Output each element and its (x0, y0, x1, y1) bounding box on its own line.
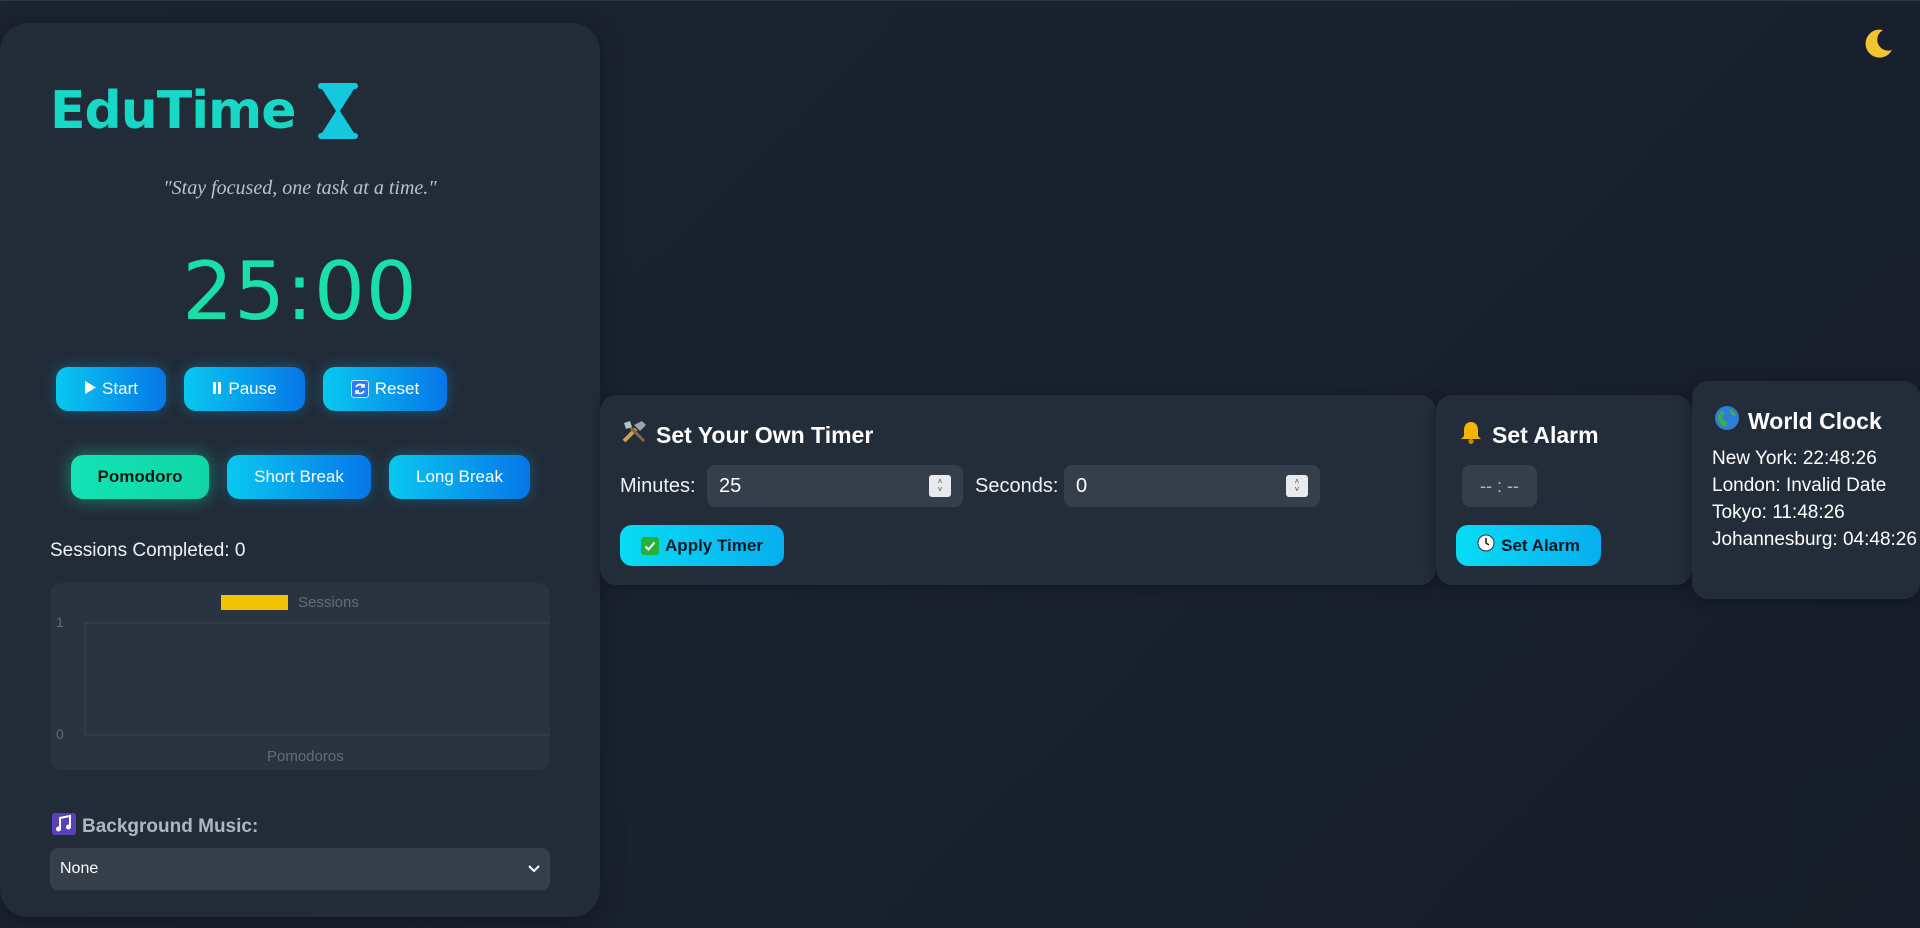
chevron-down-icon (528, 860, 540, 878)
y-tick-label: 1 (56, 614, 64, 630)
sessions-chart: Sessions 1 0 Pomodoros (50, 583, 550, 770)
world-clock-title: World Clock (1714, 405, 1882, 437)
music-label: Background Music: (52, 813, 258, 841)
apply-timer-label: Apply Timer (665, 535, 763, 555)
world-clock-title-text: World Clock (1748, 407, 1882, 434)
mode-selector: Pomodoro Short Break Long Break (71, 455, 530, 499)
world-clock-entry-new-york: New York: 22:48:26 (1712, 448, 1877, 469)
pause-icon (212, 379, 222, 399)
pause-label: Pause (228, 379, 277, 398)
world-clock-entry-johannesburg: Johannesburg: 04:48:26 (1712, 529, 1917, 550)
world-clock-entry-tokyo: Tokyo: 11:48:26 (1712, 502, 1845, 523)
world-clock-card: World Clock New York: 22:48:26 London: I… (1692, 381, 1920, 599)
minutes-input[interactable]: 25 ˄ ˅ (707, 465, 963, 507)
set-alarm-button[interactable]: Set Alarm (1456, 525, 1601, 566)
music-select[interactable]: None (50, 848, 550, 890)
custom-timer-card: Set Your Own Timer Minutes: 25 ˄ ˅ Second… (600, 395, 1436, 585)
custom-timer-title: Set Your Own Timer (620, 419, 873, 451)
long-break-button[interactable]: Long Break (389, 455, 530, 499)
world-clock-list: New York: 22:48:26 London: Invalid Date … (1712, 445, 1917, 553)
theme-toggle-button[interactable] (1858, 23, 1898, 63)
start-button[interactable]: Start (56, 367, 166, 411)
pomodoro-panel: EduTime "Stay focused, one task at a tim… (0, 23, 600, 917)
minutes-spinner[interactable]: ˄ ˅ (929, 475, 951, 497)
app-logo: EduTime (50, 81, 360, 141)
check-icon (641, 536, 660, 555)
clock-icon (1477, 534, 1495, 557)
alarm-card: Set Alarm -- : -- Set Alarm (1436, 395, 1692, 585)
sessions-chart-svg: Sessions 1 0 Pomodoros (56, 594, 550, 765)
moon-icon (1865, 29, 1892, 58)
alarm-title-text: Set Alarm (1492, 421, 1599, 448)
music-note-icon (52, 813, 76, 841)
seconds-label: Seconds: (975, 475, 1059, 497)
y-tick-label: 0 (56, 726, 64, 742)
reset-button[interactable]: Reset (323, 367, 447, 411)
x-axis-label: Pomodoros (267, 748, 344, 765)
minutes-value: 25 (719, 474, 742, 497)
app-title: EduTime (50, 81, 297, 141)
apply-timer-button[interactable]: Apply Timer (620, 525, 784, 566)
seconds-spinner[interactable]: ˄ ˅ (1286, 475, 1308, 497)
hourglass-icon (316, 81, 360, 141)
motivational-quote: "Stay focused, one task at a time." (163, 177, 437, 199)
world-clock-entry-london: London: Invalid Date (1712, 475, 1887, 496)
timer-controls: Start Pause Reset (56, 367, 447, 411)
music-selected-value: None (60, 860, 99, 877)
bell-icon (1458, 419, 1484, 451)
globe-icon (1714, 405, 1740, 437)
alarm-title: Set Alarm (1458, 419, 1599, 451)
custom-timer-title-text: Set Your Own Timer (656, 421, 874, 448)
minutes-label: Minutes: (620, 475, 696, 497)
seconds-input[interactable]: 0 ˄ ˅ (1064, 465, 1320, 507)
timer-display: 25:00 (182, 245, 418, 338)
seconds-value: 0 (1076, 474, 1088, 497)
legend-swatch (221, 595, 288, 610)
music-label-text: Background Music: (82, 816, 259, 837)
alarm-time-input[interactable]: -- : -- (1462, 465, 1537, 507)
start-label: Start (102, 379, 138, 398)
tools-icon (620, 419, 648, 451)
reset-icon (350, 380, 369, 398)
pomodoro-mode-button[interactable]: Pomodoro (71, 455, 209, 499)
play-icon (84, 379, 97, 399)
pause-button[interactable]: Pause (184, 367, 305, 411)
legend-label: Sessions (298, 594, 359, 611)
set-alarm-label: Set Alarm (1501, 535, 1580, 555)
short-break-button[interactable]: Short Break (227, 455, 371, 499)
sessions-completed: Sessions Completed: 0 (50, 540, 246, 561)
reset-label: Reset (374, 379, 420, 398)
